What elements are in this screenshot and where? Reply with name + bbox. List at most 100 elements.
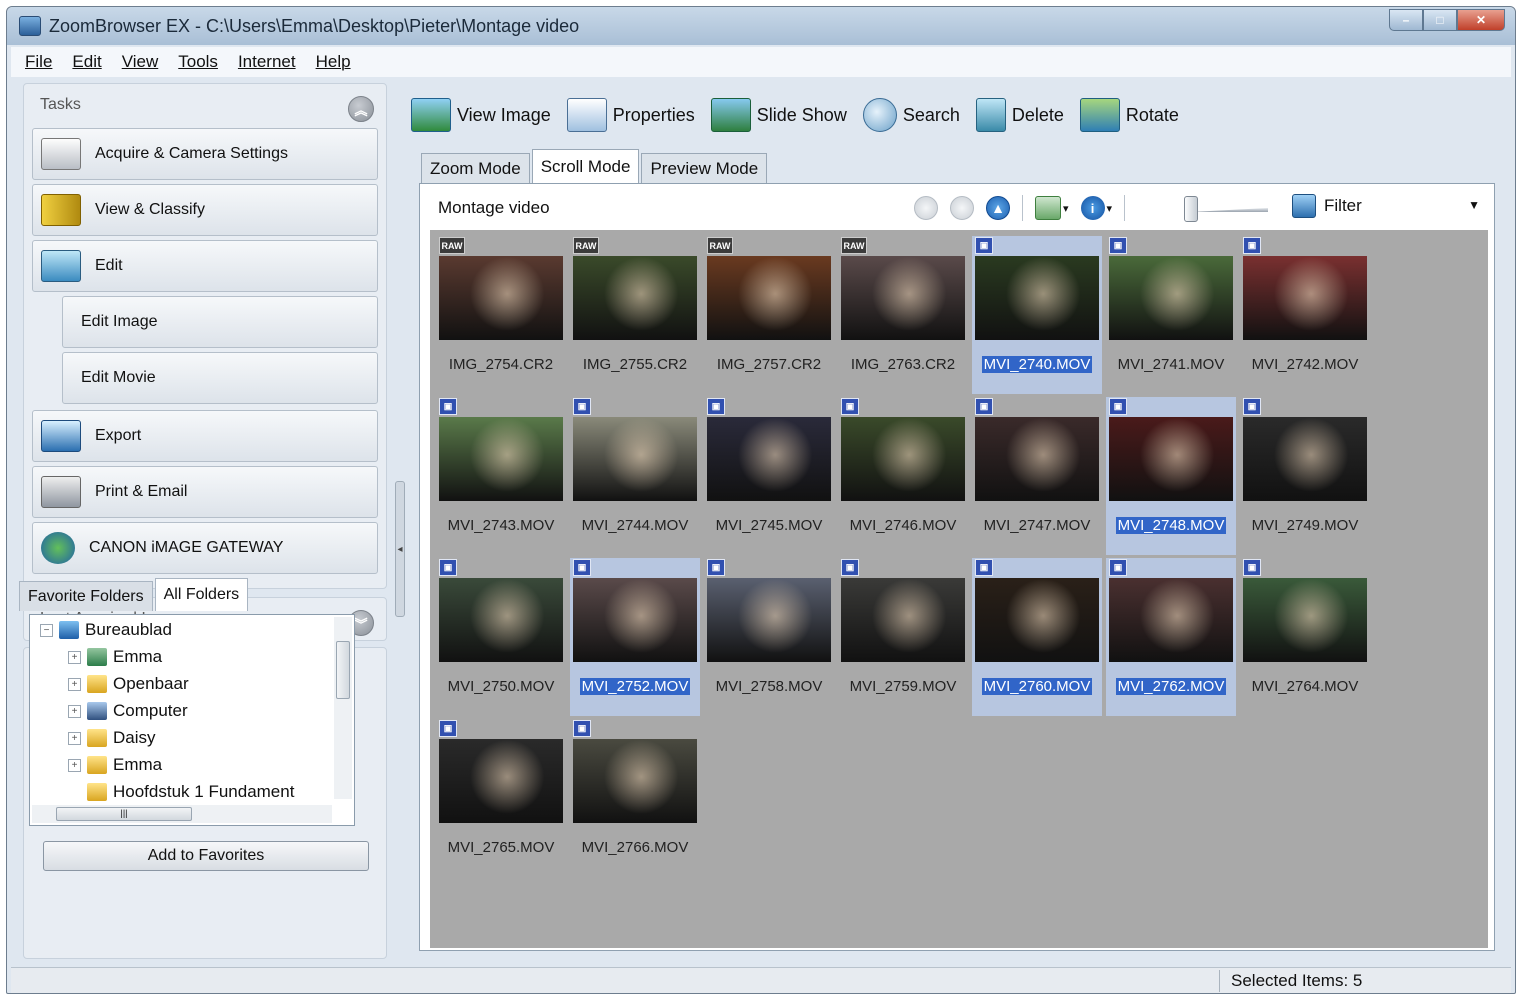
maximize-button[interactable]: □ [1423, 9, 1457, 31]
tab-scroll-mode[interactable]: Scroll Mode [531, 149, 640, 183]
thumbnail-item[interactable]: ▣ MVI_2750.MOV [436, 558, 566, 716]
edit-movie-button[interactable]: Edit Movie [62, 352, 378, 404]
thumbnail-item[interactable]: RAW IMG_2754.CR2 [436, 236, 566, 394]
thumbnail-item[interactable]: ▣ MVI_2744.MOV [570, 397, 700, 555]
edit-image-button[interactable]: Edit Image [62, 296, 378, 348]
thumbnail-item[interactable]: ▣ MVI_2746.MOV [838, 397, 968, 555]
thumbnail-item[interactable]: ▣ MVI_2740.MOV [972, 236, 1102, 394]
filter-button[interactable]: Filter [1292, 194, 1362, 218]
display-settings-dropdown[interactable]: ▾ [1035, 196, 1069, 220]
thumbnail-item[interactable]: ▣ MVI_2741.MOV [1106, 236, 1236, 394]
pane-splitter[interactable]: ◂ [395, 481, 405, 617]
tree-horizontal-scrollbar[interactable]: ||| [32, 805, 332, 823]
folder-tree[interactable]: − Bureaublad + Emma + Openbaar + Compute… [29, 614, 355, 826]
tab-all-folders[interactable]: All Folders [154, 578, 249, 611]
export-icon [41, 420, 81, 452]
expand-node-icon[interactable]: + [68, 704, 81, 718]
thumbnail-item[interactable]: ▣ MVI_2745.MOV [704, 397, 834, 555]
filter-dropdown-arrow[interactable]: ▼ [1468, 198, 1480, 212]
expand-node-icon[interactable]: + [68, 758, 81, 772]
menu-edit[interactable]: Edit [72, 52, 101, 72]
edit-button[interactable]: Edit [32, 240, 378, 292]
search-icon [862, 98, 897, 132]
thumbnail-image [975, 417, 1099, 501]
menu-tools[interactable]: Tools [178, 52, 218, 72]
up-folder-icon[interactable]: ▲ [986, 196, 1010, 220]
folder-icon [87, 729, 107, 747]
scroll-thumb[interactable] [336, 641, 350, 699]
thumbnail-grid[interactable]: RAW IMG_2754.CR2 RAW IMG_2755.CR2 RAW IMG_275… [430, 230, 1488, 948]
minimize-button[interactable]: – [1389, 9, 1423, 31]
thumbnail-item[interactable]: ▣ MVI_2764.MOV [1240, 558, 1370, 716]
tab-preview-mode[interactable]: Preview Mode [641, 153, 768, 183]
tree-item-bureaublad[interactable]: − Bureaublad [40, 617, 172, 643]
tab-zoom-mode[interactable]: Zoom Mode [421, 153, 530, 183]
slide-show-button[interactable]: Slide Show [710, 98, 847, 132]
thumbnail-filename: MVI_2750.MOV [436, 678, 566, 695]
thumbnail-item[interactable]: RAW IMG_2755.CR2 [570, 236, 700, 394]
scroll-thumb[interactable]: ||| [56, 807, 192, 821]
slider-track [1190, 208, 1268, 212]
tab-favorite-folders[interactable]: Favorite Folders [19, 581, 153, 611]
tree-item-hoofdstuk[interactable]: Hoofdstuk 1 Fundament [87, 779, 294, 805]
tree-item-emma-2[interactable]: + Emma [68, 752, 162, 778]
slide-show-icon [710, 98, 751, 132]
view-classify-button[interactable]: View & Classify [32, 184, 378, 236]
tree-item-openbaar[interactable]: + Openbaar [68, 671, 189, 697]
collapse-node-icon[interactable]: − [40, 623, 53, 637]
collapse-tasks-icon[interactable]: ︽ [348, 96, 374, 122]
thumbnail-item[interactable]: ▣ MVI_2752.MOV [570, 558, 700, 716]
view-image-button[interactable]: View Image [411, 98, 551, 132]
expand-node-icon[interactable]: + [68, 731, 81, 745]
thumbnail-item[interactable]: RAW IMG_2763.CR2 [838, 236, 968, 394]
thumbnail-item[interactable]: ▣ MVI_2762.MOV [1106, 558, 1236, 716]
menu-view[interactable]: View [122, 52, 159, 72]
info-dropdown[interactable]: i ▾ [1080, 196, 1112, 220]
thumbnail-item[interactable]: ▣ MVI_2747.MOV [972, 397, 1102, 555]
menu-internet[interactable]: Internet [238, 52, 296, 72]
menu-file[interactable]: File [25, 52, 52, 72]
print-email-button[interactable]: Print & Email [32, 466, 378, 518]
thumbnail-image [1109, 417, 1233, 501]
canon-image-gateway-button[interactable]: CANON iMAGE GATEWAY [32, 522, 378, 574]
forward-icon[interactable] [950, 196, 974, 220]
delete-button[interactable]: Delete [975, 98, 1064, 132]
slider-knob[interactable] [1184, 196, 1198, 222]
filename-text: MVI_2758.MOV [715, 678, 823, 695]
thumbnail-image [573, 256, 697, 340]
menu-help[interactable]: Help [316, 52, 351, 72]
export-button[interactable]: Export [32, 410, 378, 462]
close-button[interactable]: ✕ [1457, 9, 1505, 31]
back-icon[interactable] [914, 196, 938, 220]
tree-item-emma[interactable]: + Emma [68, 644, 162, 670]
thumbnail-item[interactable]: ▣ MVI_2742.MOV [1240, 236, 1370, 394]
filename-text: IMG_2763.CR2 [850, 356, 956, 373]
movie-badge-icon: ▣ [1109, 398, 1127, 415]
search-button[interactable]: Search [862, 98, 960, 132]
filename-text: MVI_2765.MOV [447, 839, 555, 856]
thumbnail-item[interactable]: ▣ MVI_2766.MOV [570, 719, 700, 877]
thumbnail-item[interactable]: ▣ MVI_2765.MOV [436, 719, 566, 877]
thumbnail-item[interactable]: ▣ MVI_2749.MOV [1240, 397, 1370, 555]
thumbnail-item[interactable]: ▣ MVI_2758.MOV [704, 558, 834, 716]
thumbnail-item[interactable]: ▣ MVI_2759.MOV [838, 558, 968, 716]
thumbnail-image [439, 578, 563, 662]
desktop-icon [59, 621, 79, 639]
thumbnail-item[interactable]: ▣ MVI_2743.MOV [436, 397, 566, 555]
properties-button[interactable]: Properties [566, 98, 695, 132]
thumbnail-item[interactable]: RAW IMG_2757.CR2 [704, 236, 834, 394]
title-bar[interactable]: ZoomBrowser EX - C:\Users\Emma\Desktop\P… [7, 7, 1515, 45]
thumbnail-item[interactable]: ▣ MVI_2760.MOV [972, 558, 1102, 716]
rotate-button[interactable]: Rotate [1079, 98, 1179, 132]
expand-node-icon[interactable]: + [68, 650, 81, 664]
add-to-favorites-button[interactable]: Add to Favorites [43, 841, 369, 871]
thumbnail-item[interactable]: ▣ MVI_2748.MOV [1106, 397, 1236, 555]
acquire-camera-settings-button[interactable]: Acquire & Camera Settings [32, 128, 378, 180]
thumbnail-size-slider[interactable] [1182, 194, 1268, 222]
expand-node-icon[interactable]: + [68, 677, 81, 691]
tree-item-computer[interactable]: + Computer [68, 698, 188, 724]
movie-badge-icon: ▣ [439, 720, 457, 737]
tree-vertical-scrollbar[interactable] [334, 617, 352, 799]
tree-item-daisy[interactable]: + Daisy [68, 725, 156, 751]
thumbnail-image [841, 256, 965, 340]
